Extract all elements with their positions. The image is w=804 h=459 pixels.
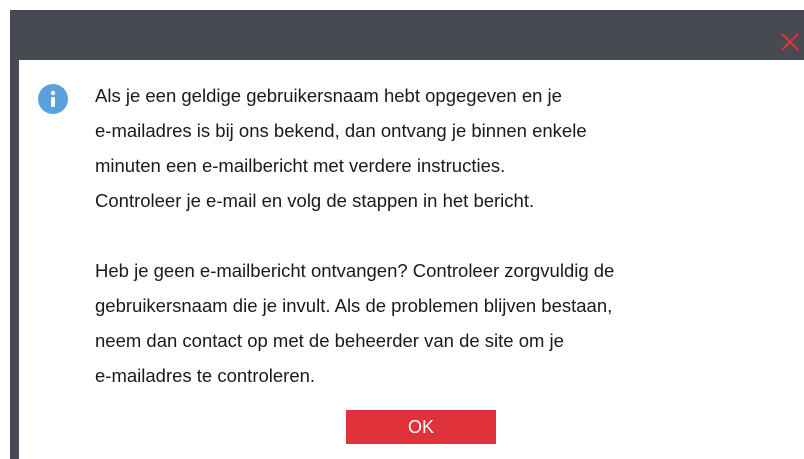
message-line: Controleer je e-mail en volg de stappen …: [95, 190, 535, 211]
message-dialog: Als je een geldige gebruikersnaam hebt o…: [10, 10, 804, 459]
message-paragraph-2: Heb je geen e-mailbericht ontvangen? Con…: [95, 253, 785, 393]
ok-button[interactable]: OK: [346, 410, 496, 444]
close-button[interactable]: [778, 30, 802, 54]
dialog-titlebar: [10, 10, 804, 60]
message-paragraph-1: Als je een geldige gebruikersnaam hebt o…: [95, 78, 785, 218]
message-line: e-mailadres is bij ons bekend, dan ontva…: [95, 120, 587, 141]
message-line: Heb je geen e-mailbericht ontvangen? Con…: [95, 260, 615, 281]
message-line: e-mailadres te controleren.: [95, 365, 316, 386]
info-icon: [38, 84, 68, 114]
page: Als je een geldige gebruikersnaam hebt o…: [0, 0, 804, 459]
message-line: Als je een geldige gebruikersnaam hebt o…: [95, 85, 562, 106]
dialog-body: Als je een geldige gebruikersnaam hebt o…: [19, 60, 804, 459]
message-line: neem dan contact op met de beheerder van…: [95, 330, 564, 351]
close-icon: [781, 33, 799, 51]
dialog-message: Als je een geldige gebruikersnaam hebt o…: [95, 78, 785, 393]
message-line: minuten een e-mailbericht met verdere in…: [95, 155, 506, 176]
message-line: gebruikersnaam die je invult. Als de pro…: [95, 295, 613, 316]
